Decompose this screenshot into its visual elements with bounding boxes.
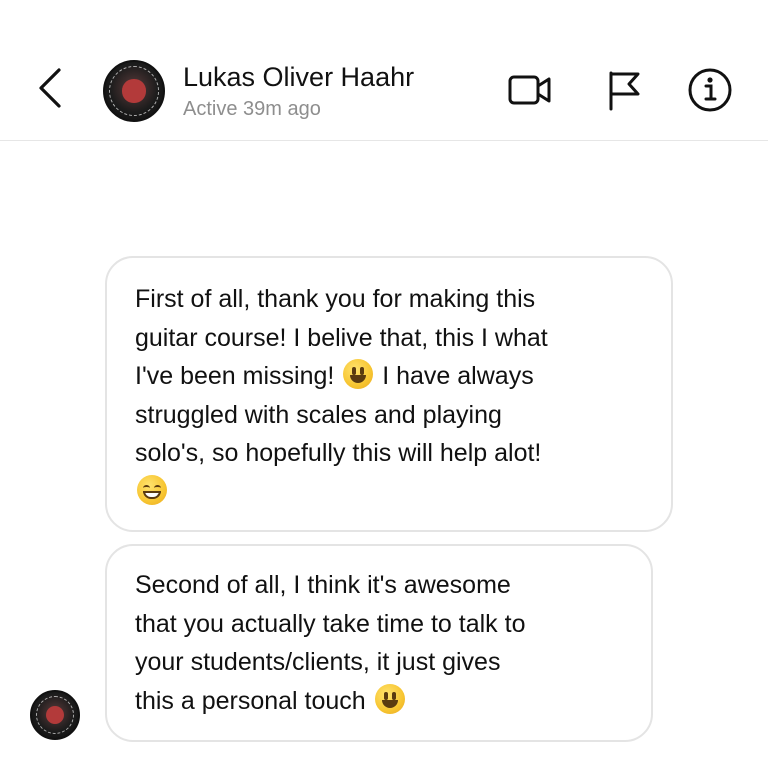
message-line: struggled with scales and playing [135,400,502,429]
video-camera-icon [508,75,551,105]
message-line: that you actually take time to talk to [135,609,526,638]
message-bubble[interactable]: Second of all, I think it's awesome that… [105,544,653,742]
active-status: Active 39m ago [183,98,321,120]
message-line: this a personal touch [135,686,366,715]
contact-name[interactable]: Lukas Oliver Haahr [183,62,414,93]
smiling-face-emoji [343,359,374,389]
contact-avatar[interactable] [103,60,165,122]
message-line: Second of all, I think it's awesome [135,571,511,599]
message-line: your students/clients, it just gives [135,648,501,676]
chevron-left-icon [39,68,61,108]
back-button[interactable] [30,62,70,114]
chat-header: Lukas Oliver Haahr Active 39m ago [0,0,768,141]
message-line: guitar course! I belive that, this I wha… [135,323,548,352]
video-call-button[interactable] [506,66,554,114]
message-line: First of all, thank you for making this [135,285,536,313]
message-line: I have always [382,362,534,390]
message-bubble[interactable]: First of all, thank you for making this … [105,256,673,532]
message-line: I've been missing! [135,362,335,390]
info-button[interactable] [686,66,734,114]
info-icon [688,68,732,112]
grinning-face-emoji [137,474,167,505]
report-button[interactable] [600,66,648,114]
message-line: solo's, so hopefully this will help alot… [135,439,542,467]
sender-avatar[interactable] [30,690,80,740]
flag-icon [609,71,640,111]
smiling-face-emoji [374,683,405,714]
